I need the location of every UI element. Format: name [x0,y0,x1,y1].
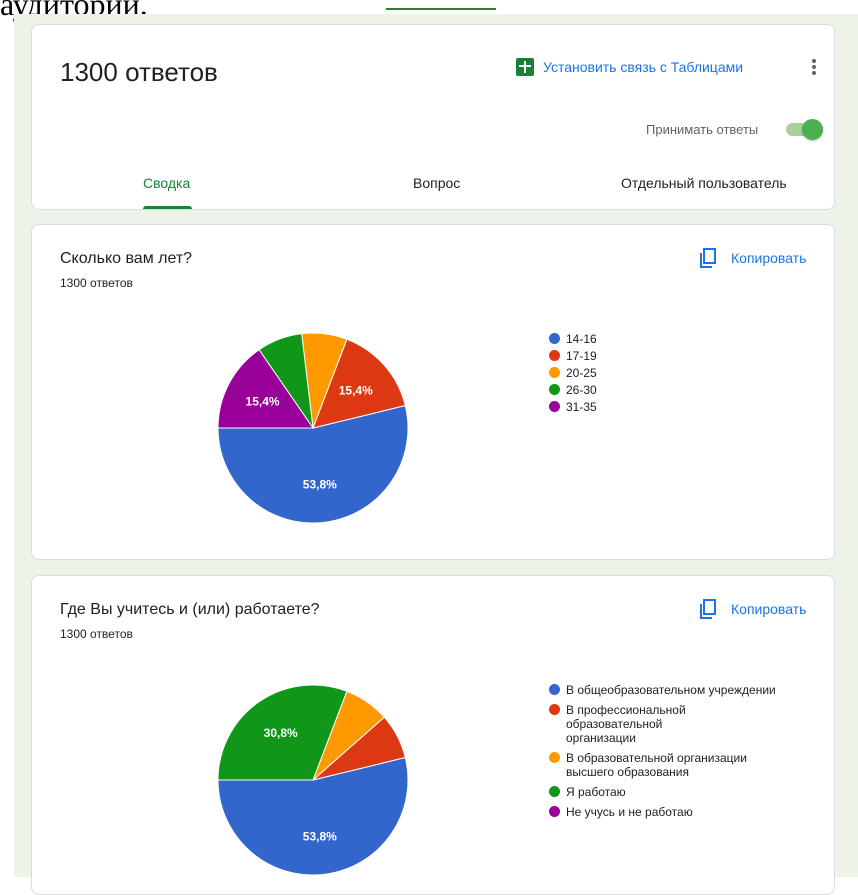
legend-label: 31-35 [566,400,597,414]
pie-slice-label: 30,8% [264,726,298,740]
pie-slice-label: 53,8% [303,830,337,844]
legend-swatch [549,786,560,797]
active-tab-indicator [143,206,192,209]
sheets-icon [516,58,534,76]
legend-swatch [549,752,560,763]
legend-swatch [549,401,560,412]
legend-label: В общеобразовательном учреждении [566,683,776,697]
copy-chart-button[interactable]: Копировать [699,248,806,268]
accept-responses-toggle[interactable] [784,118,824,140]
link-sheets-label: Установить связь с Таблицами [543,59,744,75]
copy-label: Копировать [731,601,807,617]
accept-responses-label: Принимать ответы [646,122,759,137]
legend-label: Не учусь и не работаю [566,805,693,819]
tab-question[interactable]: Вопрос [413,175,460,191]
legend-swatch [549,333,560,344]
legend-swatch [549,704,560,715]
question-card: Сколько вам лет? 1300 ответов Копировать… [31,224,835,560]
tab-individual[interactable]: Отдельный пользователь [621,175,787,191]
pie-chart: 53,8% 15,4% 15,4% [218,333,408,523]
responses-summary-card: 1300 ответов Установить связь с Таблицам… [31,24,835,210]
legend-item: Я работаю [549,785,776,799]
responses-count-title: 1300 ответов [60,57,218,87]
pie-chart: 53,8% 30,8% [218,685,408,875]
legend-item: 31-35 [549,400,597,414]
copy-icon [700,599,716,619]
question-response-count: 1300 ответов [60,627,133,641]
question-title: Где Вы учитесь и (или) работаете? [60,601,320,618]
legend-item: 14-16 [549,332,597,346]
legend-swatch [549,367,560,378]
pie-slice-label: 53,8% [303,478,337,492]
more-vert-icon [812,59,816,63]
question-title: Сколько вам лет? [60,250,193,267]
copy-label: Копировать [731,250,807,266]
legend-item: 20-25 [549,366,597,380]
legend-item: 26-30 [549,383,597,397]
legend-item: В образовательной организации высшего об… [549,751,776,779]
question-card: Где Вы учитесь и (или) работаете? 1300 о… [31,575,835,895]
legend-swatch [549,384,560,395]
legend-swatch [549,684,560,695]
pie-slice-label: 15,4% [339,383,373,397]
chart-legend: В общеобразовательном учреждении В профес… [549,683,776,825]
legend-label: Я работаю [566,785,626,799]
legend-item: Не учусь и не работаю [549,805,776,819]
copy-chart-button[interactable]: Копировать [699,599,806,619]
more-options-button[interactable] [802,55,826,79]
legend-label: 26-30 [566,383,597,397]
question-response-count: 1300 ответов [60,276,133,290]
legend-item: В профессиональной образовательной орган… [549,703,776,745]
legend-swatch [549,806,560,817]
link-sheets-button[interactable]: Установить связь с Таблицами [516,58,743,76]
legend-label: 20-25 [566,366,597,380]
legend-item: 17-19 [549,349,597,363]
chart-legend: 14-16 17-19 20-25 26-30 31-35 [549,332,597,417]
legend-label: В образовательной организации высшего об… [566,751,747,779]
pie-slice-label: 15,4% [246,394,280,408]
document-tab-line [386,8,496,10]
legend-item: В общеобразовательном учреждении [549,683,776,697]
copy-icon [700,248,716,268]
legend-swatch [549,350,560,361]
legend-label: 17-19 [566,349,597,363]
legend-label: В профессиональной образовательной орган… [566,703,686,745]
legend-label: 14-16 [566,332,597,346]
responses-panel: 1300 ответов Установить связь с Таблицам… [14,14,858,895]
tab-summary[interactable]: Сводка [143,175,190,191]
